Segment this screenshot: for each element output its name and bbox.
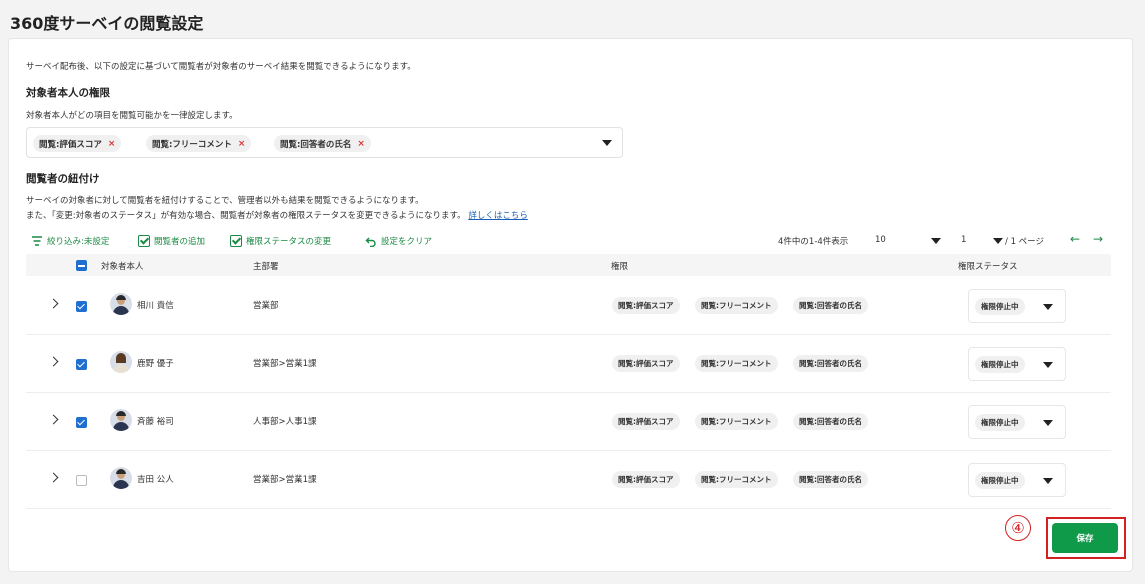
expand-chevron-icon[interactable] xyxy=(48,472,59,483)
permission-chip: 閲覧:回答者の氏名 xyxy=(793,471,868,488)
header-permission: 権限 xyxy=(611,262,629,272)
self-permission-select[interactable]: 閲覧:評価スコア × 閲覧:フリーコメント × 閲覧:回答者の氏名 × xyxy=(26,127,623,158)
dropdown-caret-icon xyxy=(1043,478,1053,484)
checkbox-icon xyxy=(230,235,242,247)
department: 営業部>営業1課 xyxy=(253,475,317,485)
page-title: 360度サーベイの閲覧設定 xyxy=(10,14,204,33)
status-badge: 権限停止中 xyxy=(975,414,1025,431)
viewer-link-desc-2-text: また、「変更:対象者のステータス」が有効な場合、閲覧者が対象者の権限ステータスを… xyxy=(26,211,466,221)
permission-chip: 閲覧:フリーコメント xyxy=(695,355,778,372)
status-select[interactable]: 権限停止中 xyxy=(968,405,1066,439)
person-name: 相川 貴信 xyxy=(137,301,174,311)
person-name: 吉田 公人 xyxy=(137,475,174,485)
chip-label: 閲覧:回答者の氏名 xyxy=(280,139,352,150)
permission-chip: 閲覧:回答者の氏名 xyxy=(793,297,868,314)
person-name: 鹿野 優子 xyxy=(137,359,174,369)
self-permission-heading: 対象者本人の権限 xyxy=(26,87,110,99)
page-total: / 1 ページ xyxy=(1005,237,1045,247)
chip-label: 閲覧:評価スコア xyxy=(39,139,102,150)
viewer-link-heading: 閲覧者の紐付け xyxy=(26,173,100,185)
page-select[interactable]: 1 xyxy=(961,235,1007,249)
viewer-link-desc-2: また、「変更:対象者のステータス」が有効な場合、閲覧者が対象者の権限ステータスを… xyxy=(26,209,528,221)
table-row: 斉藤 裕司 人事部>人事1課 閲覧:評価スコア 閲覧:フリーコメント 閲覧:回答者の… xyxy=(26,393,1111,451)
remove-chip-icon[interactable]: × xyxy=(238,139,246,149)
header-dept: 主部署 xyxy=(253,262,279,272)
per-page-value: 10 xyxy=(875,235,886,245)
status-badge: 権限停止中 xyxy=(975,472,1025,489)
permission-chip: 閲覧:評価スコア xyxy=(612,413,680,430)
avatar xyxy=(110,293,132,315)
per-page-select[interactable]: 10 xyxy=(875,235,947,249)
permission-chip: 閲覧:フリーコメント xyxy=(695,413,778,430)
permission-chip: 閲覧:フリーコメント xyxy=(695,297,778,314)
intro-text: サーベイ配布後、以下の設定に基づいて閲覧者が対象者のサーベイ結果を閲覧できるよう… xyxy=(26,62,416,72)
permission-chip: 閲覧:フリーコメント xyxy=(695,471,778,488)
next-page-icon[interactable]: → xyxy=(1093,232,1103,246)
add-viewer-button[interactable]: 閲覧者の追加 xyxy=(138,235,205,247)
clear-settings-label: 設定をクリア xyxy=(381,237,433,247)
result-count: 4件中の1-4件表示 xyxy=(778,237,849,247)
department: 営業部 xyxy=(253,301,279,311)
dropdown-caret-icon[interactable] xyxy=(602,140,612,146)
settings-card: サーベイ配布後、以下の設定に基づいて閲覧者が対象者のサーベイ結果を閲覧できるよう… xyxy=(8,38,1133,572)
avatar xyxy=(110,351,132,373)
permission-chip: 閲覧:回答者の氏名 xyxy=(793,413,868,430)
more-info-link[interactable]: 詳しくはこちら xyxy=(468,211,528,221)
self-permission-description: 対象者本人がどの項目を閲覧可能かを一律設定します。 xyxy=(26,111,238,121)
status-select[interactable]: 権限停止中 xyxy=(968,347,1066,381)
remove-chip-icon[interactable]: × xyxy=(357,139,365,149)
prev-page-icon[interactable]: ← xyxy=(1070,232,1080,246)
permission-chip: 閲覧:評価スコア xyxy=(612,471,680,488)
department: 人事部>人事1課 xyxy=(253,417,317,427)
header-status: 権限ステータス xyxy=(958,262,1018,272)
permission-chip: 閲覧:回答者の氏名 × xyxy=(274,135,371,152)
permission-chip: 閲覧:評価スコア xyxy=(612,297,680,314)
filter-icon xyxy=(31,236,43,246)
row-checkbox[interactable] xyxy=(76,359,87,370)
status-badge: 権限停止中 xyxy=(975,298,1025,315)
dropdown-caret-icon xyxy=(931,238,941,244)
permission-chip: 閲覧:評価スコア xyxy=(612,355,680,372)
row-checkbox[interactable] xyxy=(76,301,87,312)
filter-button[interactable]: 絞り込み:未設定 xyxy=(31,235,109,247)
table-row: 吉田 公人 営業部>営業1課 閲覧:評価スコア 閲覧:フリーコメント 閲覧:回答者の… xyxy=(26,451,1111,509)
clear-settings-button[interactable]: 設定をクリア xyxy=(365,235,432,247)
permission-chip: 閲覧:回答者の氏名 xyxy=(793,355,868,372)
department: 営業部>営業1課 xyxy=(253,359,317,369)
undo-icon xyxy=(365,236,377,247)
person-name: 斉藤 裕司 xyxy=(137,417,174,427)
table-header: 対象者本人 主部署 権限 権限ステータス xyxy=(26,254,1111,276)
page-value: 1 xyxy=(961,235,967,245)
viewer-link-desc-1: サーベイの対象者に対して閲覧者を紐付けすることで、管理者以外も結果を閲覧できるよ… xyxy=(26,196,424,206)
avatar xyxy=(110,467,132,489)
status-select[interactable]: 権限停止中 xyxy=(968,289,1066,323)
remove-chip-icon[interactable]: × xyxy=(108,139,116,149)
change-status-label: 権限ステータスの変更 xyxy=(246,237,332,247)
status-select[interactable]: 権限停止中 xyxy=(968,463,1066,497)
permission-chip: 閲覧:フリーコメント × xyxy=(146,135,252,152)
dropdown-caret-icon xyxy=(993,238,1003,244)
table-row: 鹿野 優子 営業部>営業1課 閲覧:評価スコア 閲覧:フリーコメント 閲覧:回答者の… xyxy=(26,335,1111,393)
checkbox-icon xyxy=(138,235,150,247)
expand-chevron-icon[interactable] xyxy=(48,298,59,309)
chip-label: 閲覧:フリーコメント xyxy=(152,139,232,150)
change-status-button[interactable]: 権限ステータスの変更 xyxy=(230,235,331,247)
expand-chevron-icon[interactable] xyxy=(48,414,59,425)
step-annotation: ④ xyxy=(1005,515,1031,541)
expand-chevron-icon[interactable] xyxy=(48,356,59,367)
dropdown-caret-icon xyxy=(1043,420,1053,426)
header-name: 対象者本人 xyxy=(101,262,144,272)
row-checkbox[interactable] xyxy=(76,475,87,486)
select-all-checkbox[interactable] xyxy=(76,260,87,271)
status-badge: 権限停止中 xyxy=(975,356,1025,373)
add-viewer-label: 閲覧者の追加 xyxy=(154,237,206,247)
avatar xyxy=(110,409,132,431)
row-checkbox[interactable] xyxy=(76,417,87,428)
save-button[interactable]: 保存 xyxy=(1052,523,1118,553)
dropdown-caret-icon xyxy=(1043,362,1053,368)
table-row: 相川 貴信 営業部 閲覧:評価スコア 閲覧:フリーコメント 閲覧:回答者の氏名 権限… xyxy=(26,277,1111,335)
dropdown-caret-icon xyxy=(1043,304,1053,310)
filter-label: 絞り込み:未設定 xyxy=(47,237,110,247)
permission-chip: 閲覧:評価スコア × xyxy=(33,135,122,152)
